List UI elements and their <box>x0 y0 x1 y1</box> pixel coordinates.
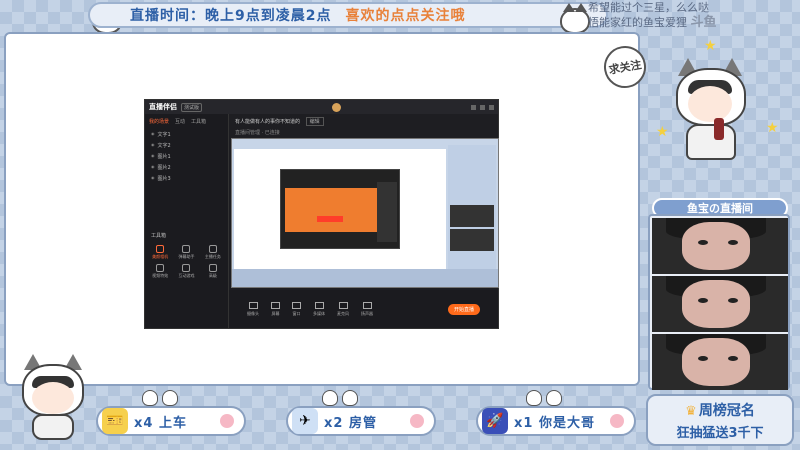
screen-source-button[interactable]: 屏幕 <box>271 301 280 317</box>
preview-camera-column <box>448 145 496 273</box>
scene-item[interactable]: 文字2 <box>145 140 228 151</box>
sidebar-tabs: 我的场景 互动 工具箱 <box>145 114 228 129</box>
toolbox-grid: 美颜相机 弹幕助手 主播任务 视频特效 互动游戏 高级 <box>145 243 228 281</box>
gift-reward-item: 🚀 x1 你是大哥 <box>476 406 636 436</box>
app-logo: 直播伴侣 <box>149 103 177 111</box>
star-icon: ★ <box>656 124 669 140</box>
app-titlebar: 直播伴侣 测试版 <box>145 100 498 114</box>
scene-item[interactable]: 图片3 <box>145 173 228 184</box>
rocket-icon: 🚀 <box>482 408 508 434</box>
plane-icon: ✈ <box>292 408 318 434</box>
duck-icon <box>142 390 158 406</box>
tool-beauty-button[interactable]: 美颜相机 <box>149 245 171 260</box>
gift-reward-item: 🎫 x4 上车 <box>96 406 246 436</box>
streamer-app-window[interactable]: 直播伴侣 测试版 我的场景 互动 工具箱 文字1 文字2 图片1 图片2 图片3… <box>144 99 499 329</box>
paw-icon <box>220 414 234 428</box>
schedule-banner: 直播时间：晚上9点到凌晨2点 喜欢的点点关注哦 <box>88 2 608 28</box>
room-title-text: 有人能做有人的事你不知道的 <box>235 119 301 125</box>
cat-mini-icon <box>560 3 590 34</box>
paw-icon <box>410 414 424 428</box>
schedule-text: 直播时间：晚上9点到凌晨2点 <box>130 8 332 24</box>
tool-effects-button[interactable]: 视频特效 <box>149 264 171 279</box>
window-controls[interactable] <box>470 104 494 110</box>
douyu-logo: 斗鱼 <box>690 15 717 30</box>
stream-preview[interactable] <box>231 138 499 288</box>
toolbox-title: 工具箱 <box>151 233 167 239</box>
app-sidebar: 我的场景 互动 工具箱 文字1 文字2 图片1 图片2 图片3 工具箱 美颜相机… <box>145 114 229 328</box>
start-live-button[interactable]: 开始直播 <box>447 303 480 315</box>
follow-hint-text: 喜欢的点点关注哦 <box>345 8 466 24</box>
cat-mascot <box>668 58 752 162</box>
top-right-caption: 希望能过个三星，么么哒 悟能家红的鱼宝爱狸 斗鱼 <box>588 0 768 30</box>
preview-gift-bar <box>232 269 498 287</box>
gift-label: x1 你是大哥 <box>514 415 595 431</box>
nested-app-window <box>280 169 400 249</box>
tab-toolbox[interactable]: 工具箱 <box>191 118 206 125</box>
nested-side-panel <box>377 182 397 242</box>
crown-icon: ♛ <box>685 403 697 419</box>
tool-game-button[interactable]: 互动游戏 <box>175 264 197 279</box>
tab-scenes[interactable]: 我的场景 <box>149 118 169 125</box>
webcam-view <box>652 218 788 274</box>
star-icon: ★ <box>704 38 717 54</box>
app-main: 有人能做有人的事你不知道的 编辑 直播间管理 · 已连接 摄像头 屏幕 窗口 多… <box>229 114 499 328</box>
gift-label: x4 上车 <box>134 415 187 431</box>
duck-icon <box>322 390 338 406</box>
star-icon: ★ <box>766 120 779 136</box>
window-source-button[interactable]: 窗口 <box>292 301 301 317</box>
webcam-view <box>652 276 788 332</box>
preview-canvas <box>234 149 446 277</box>
caption-line-1: 希望能过个三星，么么哒 <box>588 1 709 14</box>
preview-cam <box>450 229 494 251</box>
mic-button[interactable]: 麦克风 <box>337 301 349 317</box>
media-source-button[interactable]: 多媒体 <box>313 301 325 317</box>
scene-item[interactable]: 图片1 <box>145 151 228 162</box>
avatar[interactable] <box>332 102 341 112</box>
duck-icon <box>162 390 178 406</box>
nested-orange-panel <box>285 188 377 232</box>
edit-room-button[interactable]: 编辑 <box>305 117 324 126</box>
speaker-button[interactable]: 扬声器 <box>361 301 373 317</box>
weekly-rank-box: ♛ 周榜冠名 狂抽猛送3千下 <box>646 394 794 446</box>
room-info: 有人能做有人的事你不知道的 编辑 直播间管理 · 已连接 <box>229 114 498 136</box>
webcam-frame <box>648 214 790 390</box>
scene-item[interactable]: 图片2 <box>145 162 228 173</box>
webcam-view <box>652 334 788 390</box>
gift-label: x2 房管 <box>324 415 377 431</box>
caption-line-2: 悟能家红的鱼宝爱狸 <box>588 16 687 29</box>
duck-icon <box>526 390 542 406</box>
weekly-title: 周榜冠名 <box>698 402 755 419</box>
tool-danmu-button[interactable]: 弹幕助手 <box>175 245 197 260</box>
duck-icon <box>342 390 358 406</box>
duck-icon <box>546 390 562 406</box>
camera-source-button[interactable]: 摄像头 <box>247 301 259 317</box>
scene-item[interactable]: 文字1 <box>145 129 228 140</box>
ticket-icon: 🎫 <box>102 408 128 434</box>
cat-mascot-small <box>18 354 88 442</box>
preview-cam <box>450 205 494 227</box>
app-version-badge: 测试版 <box>181 102 203 112</box>
gift-reward-item: ✈ x2 房管 <box>286 406 436 436</box>
weekly-subtitle: 狂抽猛送3千下 <box>676 425 764 441</box>
source-controls: 摄像头 屏幕 窗口 多媒体 麦克风 扬声器 开始直播 <box>229 290 498 328</box>
tab-interact[interactable]: 互动 <box>175 118 185 125</box>
tool-advanced-button[interactable]: 高级 <box>202 264 224 279</box>
tool-task-button[interactable]: 主播任务 <box>202 245 224 260</box>
paw-icon <box>610 414 624 428</box>
room-meta: 直播间管理 · 已连接 <box>235 130 280 136</box>
